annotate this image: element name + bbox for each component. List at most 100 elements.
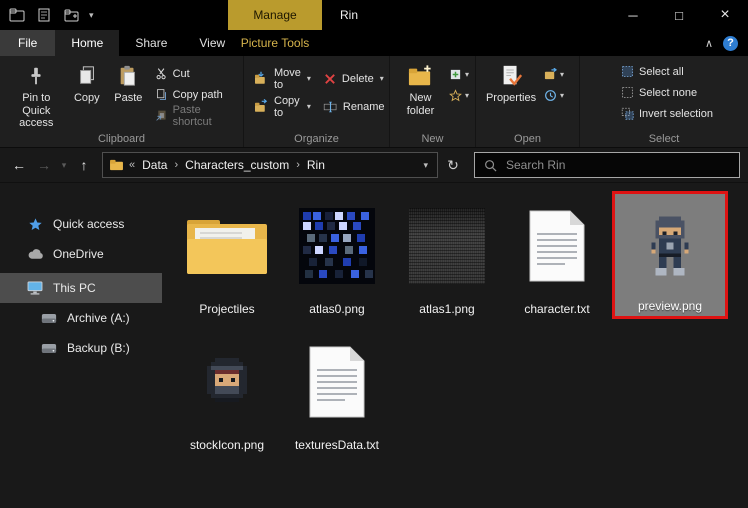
search-box[interactable]	[474, 152, 740, 178]
file-tile-atlas0[interactable]: atlas0.png	[282, 191, 392, 319]
up-button[interactable]: ↑	[73, 153, 95, 177]
rename-button[interactable]: Rename	[320, 97, 388, 116]
organize-group-label: Organize	[294, 133, 339, 145]
properties-button[interactable]: Properties	[482, 59, 540, 108]
cut-icon	[155, 67, 168, 80]
star-icon	[26, 217, 44, 232]
forward-button[interactable]: →	[33, 153, 55, 177]
invert-selection-icon	[621, 107, 634, 120]
copy-path-button[interactable]: Copy path	[152, 85, 237, 104]
collapse-ribbon-icon[interactable]: ∧	[705, 37, 713, 50]
manage-tab-label: Manage	[253, 8, 297, 22]
easy-access-button[interactable]: ▾	[449, 89, 469, 102]
copy-path-icon	[155, 88, 168, 101]
move-to-icon	[253, 71, 269, 86]
qat-properties-icon[interactable]	[35, 6, 53, 24]
copy-to-button[interactable]: Copy to ▾	[250, 94, 314, 119]
select-none-label: Select none	[639, 86, 698, 99]
rename-icon	[323, 100, 338, 114]
breadcrumb-crumb-rin[interactable]: Rin	[305, 158, 327, 172]
move-to-label: Move to	[274, 66, 301, 91]
copy-to-label: Copy to	[274, 94, 300, 119]
rename-label: Rename	[342, 100, 385, 113]
open-button[interactable]: ▾	[544, 68, 564, 81]
new-item-icon	[449, 68, 462, 81]
copy-label: Copy	[73, 92, 100, 104]
ribbon-group-clipboard: Pin to Quick access Copy Paste Cut Copy …	[0, 56, 244, 147]
tab-home[interactable]: Home	[55, 30, 120, 56]
folder-icon	[172, 191, 282, 301]
clipboard-group-label: Clipboard	[97, 133, 146, 145]
ribbon-group-open: Properties ▾ ▾ Open	[476, 56, 580, 147]
history-button[interactable]: ▾	[544, 89, 564, 102]
file-tile-character-txt[interactable]: character.txt	[502, 191, 612, 319]
address-folder-icon	[109, 159, 124, 171]
tab-picture-tools[interactable]: Picture Tools	[228, 30, 322, 56]
delete-button[interactable]: Delete ▾	[320, 69, 388, 88]
maximize-button[interactable]: □	[656, 0, 702, 30]
select-none-button[interactable]: Select none	[618, 83, 716, 102]
paste-shortcut-button[interactable]: Paste shortcut	[152, 104, 237, 128]
sidebar-item-archive-a[interactable]: Archive (A:)	[0, 303, 162, 333]
minimize-button[interactable]: ─	[610, 0, 656, 30]
sidebar-item-backup-b[interactable]: Backup (B:)	[0, 333, 162, 363]
breadcrumb-crumb-data[interactable]: Data	[140, 158, 169, 172]
paste-button[interactable]: Paste	[107, 59, 149, 108]
breadcrumb-separator-icon: ›	[296, 159, 300, 171]
ribbon-tab-row: File Home Share View Picture Tools ∧ ?	[0, 30, 748, 56]
file-tile-projectiles[interactable]: Projectiles	[172, 191, 282, 319]
new-folder-label: New folder	[406, 92, 435, 117]
window-controls: ─ □ ×	[610, 0, 748, 30]
file-name: atlas1.png	[419, 302, 475, 316]
breadcrumb-overflow[interactable]: «	[129, 159, 135, 171]
drive-icon	[40, 313, 58, 324]
file-tile-atlas1[interactable]: atlas1.png	[392, 191, 502, 319]
tabrow-right: ∧ ?	[705, 30, 748, 56]
select-all-button[interactable]: Select all	[618, 62, 716, 81]
ribbon-group-new: New folder ▾ ▾ New	[390, 56, 476, 147]
monitor-icon	[26, 281, 44, 295]
file-tile-preview-selected[interactable]: preview.png	[612, 191, 728, 319]
breadcrumb-crumb-characters-custom[interactable]: Characters_custom	[183, 158, 291, 172]
paste-label: Paste	[114, 92, 143, 104]
cut-label: Cut	[172, 67, 190, 80]
copy-button[interactable]: Copy	[67, 59, 108, 108]
move-to-button[interactable]: Move to ▾	[250, 66, 314, 91]
new-group-mini-buttons: ▾ ▾	[449, 68, 469, 102]
search-input[interactable]	[504, 157, 730, 173]
qat-new-folder-icon[interactable]	[62, 6, 80, 24]
tab-share[interactable]: Share	[119, 30, 183, 56]
file-name: texturesData.txt	[294, 438, 380, 452]
pin-icon	[25, 62, 47, 90]
select-all-label: Select all	[639, 65, 684, 78]
new-folder-button[interactable]: New folder	[396, 59, 445, 120]
copy-icon	[76, 62, 98, 90]
recent-locations-dropdown-icon[interactable]: ▾	[58, 153, 70, 177]
cut-button[interactable]: Cut	[152, 64, 237, 83]
text-document-icon	[502, 191, 612, 301]
sidebar-item-label: Archive (A:)	[67, 311, 130, 325]
new-item-button[interactable]: ▾	[449, 68, 469, 81]
invert-selection-button[interactable]: Invert selection	[618, 104, 716, 123]
file-name: Projectiles	[199, 302, 255, 316]
sidebar-item-onedrive[interactable]: OneDrive	[0, 239, 162, 269]
file-tile-texturesdata-txt[interactable]: texturesData.txt	[282, 327, 392, 455]
manage-contextual-tab[interactable]: Manage	[228, 0, 322, 30]
pin-to-quick-access-button[interactable]: Pin to Quick access	[6, 59, 67, 133]
preview-sprite	[615, 194, 725, 298]
address-bar[interactable]: « Data › Characters_custom › Rin ▾	[102, 152, 438, 178]
sidebar-item-quick-access[interactable]: Quick access	[0, 209, 162, 239]
new-folder-icon	[407, 62, 433, 90]
drive-icon	[40, 343, 58, 354]
refresh-button[interactable]: ↻	[441, 153, 465, 177]
address-history-dropdown-icon[interactable]: ▾	[420, 160, 431, 171]
help-icon[interactable]: ?	[723, 35, 738, 51]
qat-customize-chevron-icon[interactable]: ▾	[89, 10, 94, 21]
sidebar-item-this-pc[interactable]: This PC	[0, 273, 162, 303]
file-tile-stockicon[interactable]: stockIcon.png	[172, 327, 282, 455]
app-folder-icon	[8, 6, 26, 24]
open-dropdown-icon: ▾	[560, 70, 565, 79]
close-button[interactable]: ×	[702, 0, 748, 30]
tab-file[interactable]: File	[0, 30, 56, 56]
back-button[interactable]: ←	[8, 153, 30, 177]
